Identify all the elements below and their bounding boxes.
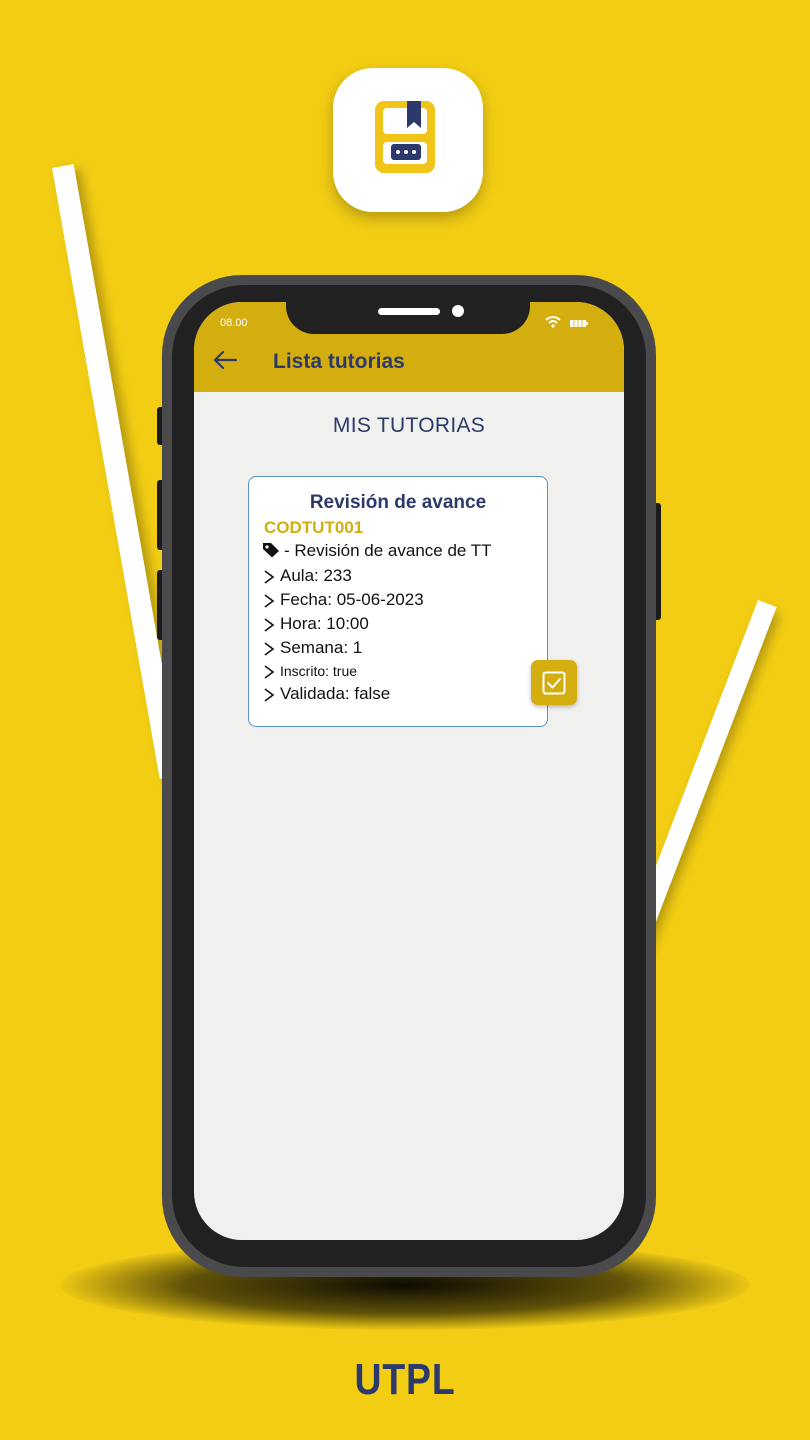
page-title: Lista tutorias: [273, 350, 405, 373]
card-hora-row: Hora: 10:00: [262, 614, 369, 634]
validate-button[interactable]: [531, 660, 577, 705]
card-inscrito-row: Inscrito: true: [262, 663, 357, 679]
status-icons: [545, 316, 588, 328]
card-semana-row: Semana: 1: [262, 638, 362, 658]
app-logo-icon: [375, 101, 435, 173]
wifi-icon: [545, 316, 561, 328]
brand-label: UTPL: [354, 1355, 456, 1404]
card-description: - Revisión de avance de TT: [284, 541, 492, 560]
chevron-right-icon: [264, 569, 275, 584]
chevron-right-icon: [264, 593, 275, 608]
card-validada: Validada: false: [280, 684, 391, 703]
card-fecha-row: Fecha: 05-06-2023: [262, 590, 424, 610]
phone-screen: 08.00 Lista tutorias MIS TUTORIAS Revisi…: [194, 302, 624, 1240]
phone-camera: [452, 305, 464, 317]
card-validada-row: Validada: false: [262, 684, 390, 704]
card-code: CODTUT001: [264, 518, 364, 537]
card-description-row: - Revisión de avance de TT: [262, 541, 492, 561]
chevron-right-icon: [264, 687, 275, 702]
tutoria-card[interactable]: Revisión de avance CODTUT001 - Revisión …: [248, 476, 548, 727]
app-logo: [333, 68, 483, 212]
card-fecha: Fecha: 05-06-2023: [280, 590, 424, 609]
chevron-right-icon: [264, 665, 275, 679]
chevron-right-icon: [264, 617, 275, 632]
section-title: MIS TUTORIAS: [332, 414, 486, 437]
card-title: Revisión de avance: [309, 492, 487, 513]
chevron-right-icon: [264, 641, 275, 656]
card-semana: Semana: 1: [280, 638, 363, 657]
arrow-left-icon[interactable]: [212, 349, 238, 371]
card-inscrito: Inscrito: true: [280, 663, 358, 679]
tag-icon: [263, 543, 279, 558]
card-hora: Hora: 10:00: [280, 614, 369, 633]
battery-icon: [570, 320, 588, 327]
status-time: 08.00: [220, 317, 248, 329]
card-aula-row: Aula: 233: [262, 566, 352, 586]
phone-speaker: [378, 308, 440, 315]
checkbox-checked-icon: [542, 671, 566, 695]
card-aula: Aula: 233: [280, 566, 352, 585]
